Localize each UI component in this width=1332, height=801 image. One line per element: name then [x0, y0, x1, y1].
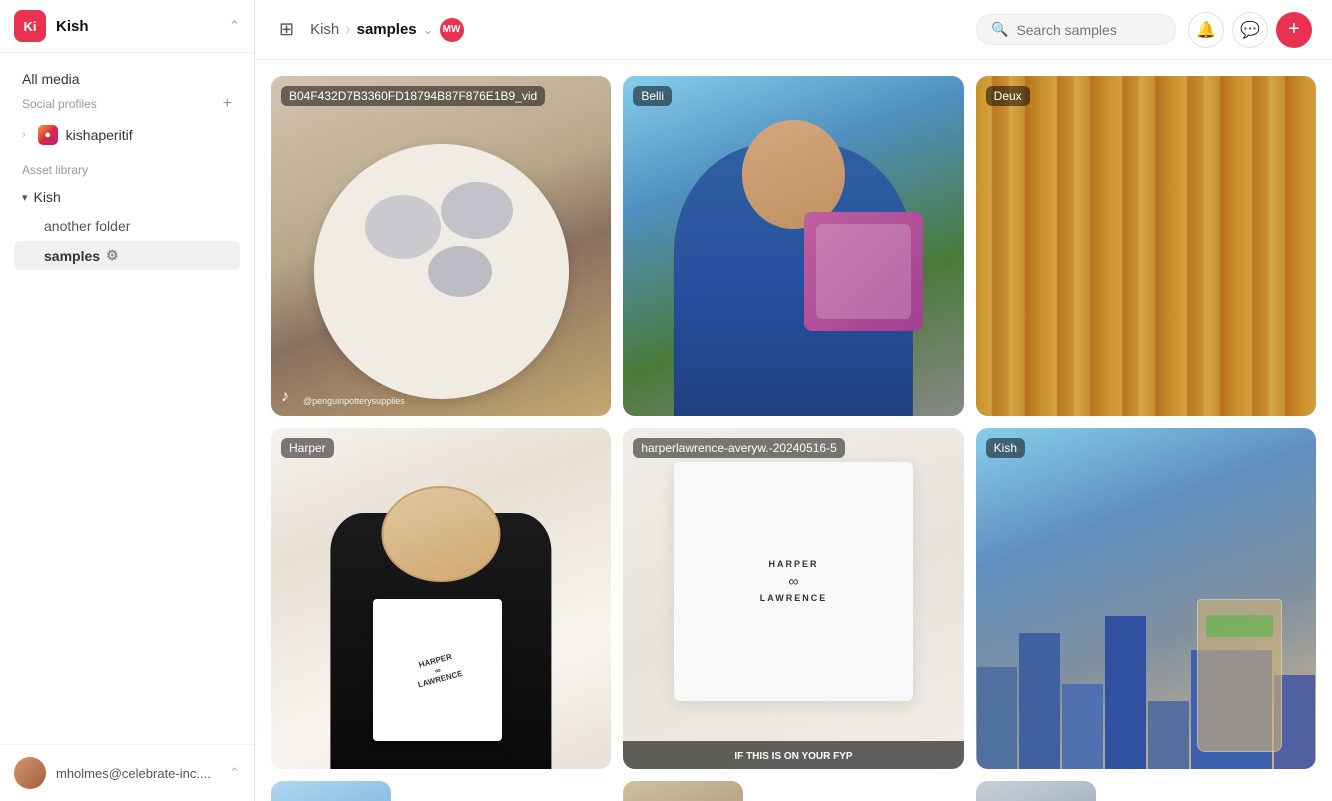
- breadcrumb-separator: ›: [345, 21, 350, 39]
- social-profiles-section: Social profiles +: [14, 93, 240, 115]
- add-social-profile-icon[interactable]: +: [223, 95, 232, 113]
- user-chevron-icon[interactable]: ⌃: [229, 765, 240, 781]
- topbar: ⊞ Kish › samples ⌄ MW 🔍 🔔 💬 +: [255, 0, 1332, 60]
- sidebar-item-another-folder[interactable]: another folder: [14, 212, 240, 240]
- media-grid-container: ♪ @penguinpotterysupplies B04F432D7B3360…: [255, 60, 1332, 801]
- media-card[interactable]: Kish: [976, 428, 1316, 768]
- sidebar-item-kish-folder[interactable]: ▾ Kish: [14, 183, 240, 211]
- media-card[interactable]: Belli: [623, 76, 963, 416]
- notification-bell-button[interactable]: 🔔: [1188, 12, 1224, 48]
- search-input[interactable]: [1016, 22, 1161, 38]
- breadcrumb: Kish › samples ⌄ MW: [310, 18, 463, 42]
- sidebar: Ki Kish ⌃ All media Social profiles + › …: [0, 0, 255, 801]
- brand-avatar: Ki: [14, 10, 46, 42]
- media-card[interactable]: HARPER∞LAWRENCE Harper: [271, 428, 611, 768]
- sidebar-item-samples-folder[interactable]: samples ⚙: [14, 241, 240, 270]
- search-icon: 🔍: [991, 21, 1008, 38]
- sidebar-header: Ki Kish ⌃: [0, 0, 254, 53]
- media-card[interactable]: Deux: [976, 76, 1316, 416]
- add-button[interactable]: +: [1276, 12, 1312, 48]
- media-card[interactable]: [976, 781, 1096, 801]
- tiktok-username: @penguinpotterysupplies: [303, 396, 405, 406]
- media-card-label: B04F432D7B3360FD18794B87F876E1B9_vid: [281, 86, 545, 106]
- sidebar-item-instagram[interactable]: › ● kishaperitif: [14, 119, 240, 151]
- profile-chevron-icon: ›: [22, 129, 26, 141]
- media-card-label: Kish: [986, 438, 1025, 458]
- media-card-label: Harper: [281, 438, 334, 458]
- breadcrumb-chevron-icon[interactable]: ⌄: [423, 22, 434, 38]
- message-button[interactable]: 💬: [1232, 12, 1268, 48]
- social-profiles-label: Social profiles: [22, 97, 97, 111]
- brand-name: Kish: [56, 18, 219, 35]
- kish-folder-name: Kish: [34, 189, 61, 205]
- search-box[interactable]: 🔍: [976, 14, 1176, 45]
- sidebar-toggle-icon[interactable]: ⊞: [275, 15, 298, 44]
- breadcrumb-parent[interactable]: Kish: [310, 21, 339, 38]
- instagram-icon: ●: [38, 125, 58, 145]
- card-plate: [314, 144, 569, 399]
- tiktok-logo: ♪: [281, 388, 289, 406]
- asset-library-section: Asset library ▾ Kish another folder samp…: [14, 163, 240, 270]
- media-card[interactable]: FAVORITE APERITIF!: [271, 781, 391, 801]
- card-overlay-text: IF THIS IS ON YOUR FYP: [623, 741, 963, 769]
- media-card-label: Deux: [986, 86, 1030, 106]
- user-badge: MW: [440, 18, 464, 42]
- media-card[interactable]: HARPER ∞ LAWRENCE IF THIS IS ON YOUR FYP…: [623, 428, 963, 768]
- user-profile-section[interactable]: mholmes@celebrate-inc.... ⌃: [0, 744, 254, 801]
- sidebar-item-all-media[interactable]: All media: [14, 65, 240, 93]
- media-card[interactable]: ♪ @penguinpotterysupplies B04F432D7B3360…: [271, 76, 611, 416]
- instagram-profile-name: kishaperitif: [66, 127, 133, 143]
- media-card-label: harperlawrence-averyw.-20240516-5: [633, 438, 844, 458]
- main-content: ⊞ Kish › samples ⌄ MW 🔍 🔔 💬 +: [255, 0, 1332, 801]
- breadcrumb-current: samples: [357, 21, 417, 38]
- user-avatar: [14, 757, 46, 789]
- sidebar-nav: All media Social profiles + › ● kishaper…: [0, 53, 254, 283]
- brand-chevron-icon[interactable]: ⌃: [229, 18, 240, 34]
- user-email: mholmes@celebrate-inc....: [56, 766, 219, 781]
- media-card[interactable]: [623, 781, 743, 801]
- asset-library-label: Asset library: [22, 163, 232, 177]
- media-grid: ♪ @penguinpotterysupplies B04F432D7B3360…: [271, 76, 1316, 801]
- samples-settings-icon[interactable]: ⚙: [106, 247, 119, 264]
- topbar-icon-group: 🔔 💬 +: [1188, 12, 1312, 48]
- media-card-label: Belli: [633, 86, 672, 106]
- kish-folder-chevron-icon: ▾: [22, 191, 28, 204]
